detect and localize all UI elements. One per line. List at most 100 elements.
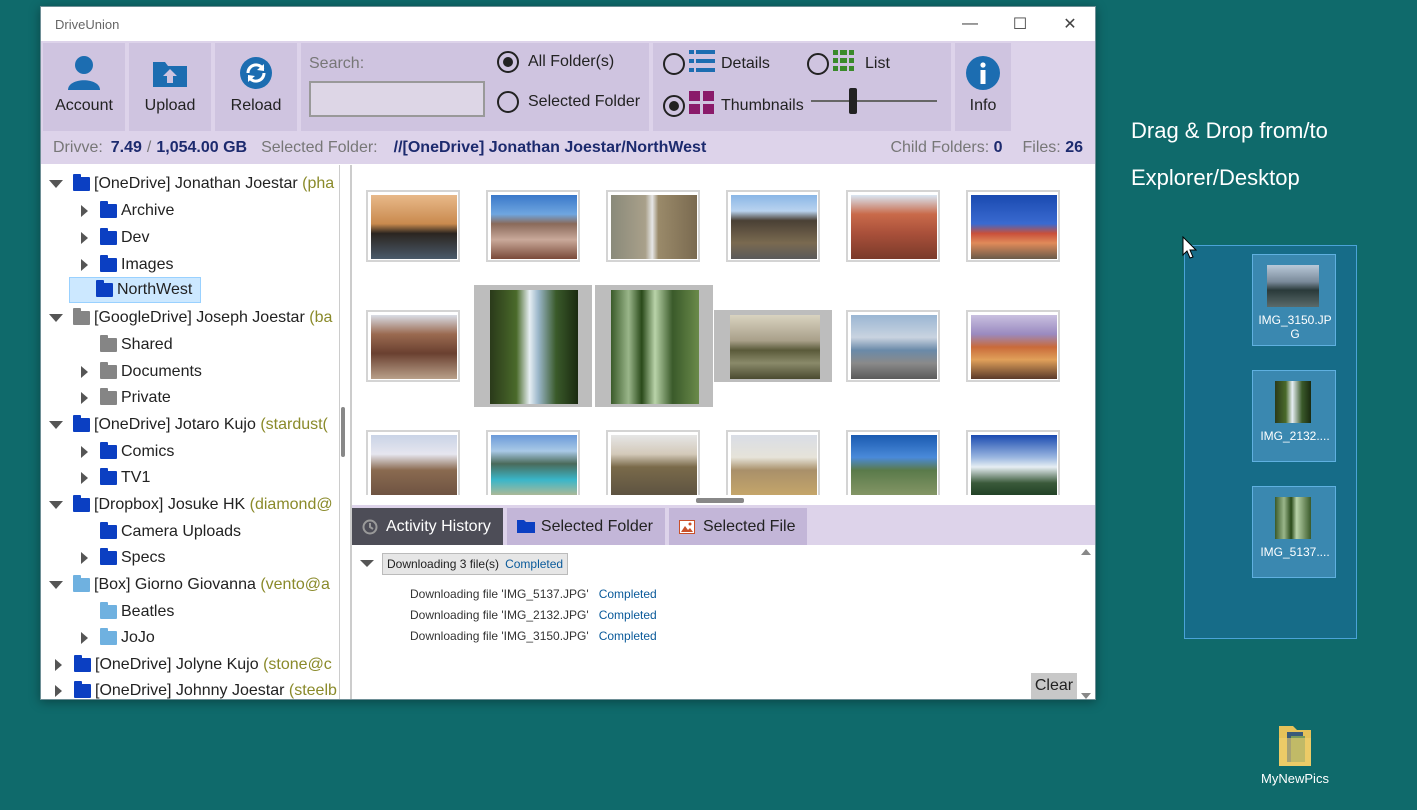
thumbnail-item[interactable] <box>726 190 820 262</box>
tree-item-folder[interactable]: Archive <box>81 198 174 224</box>
thumbnail-item[interactable] <box>726 430 820 495</box>
photo-forest-trail <box>611 290 699 404</box>
title-bar: DriveUnion — ☐ ✕ <box>41 7 1095 41</box>
tree-item-account[interactable]: [GoogleDrive] Joseph Joestar (ba <box>49 305 332 331</box>
info-button[interactable]: Info <box>955 43 1011 131</box>
collapsed-arrow-icon[interactable] <box>81 232 88 244</box>
drag-drop-hint-line1: Drag & Drop from/to <box>1131 118 1328 143</box>
reload-button[interactable]: Reload <box>215 43 297 131</box>
folder-icon <box>73 308 90 325</box>
tree-item-selected[interactable]: NorthWest <box>69 277 201 303</box>
upload-label: Upload <box>144 97 196 114</box>
tree-item-folder[interactable]: JoJo <box>81 625 155 651</box>
thumbnail-item[interactable] <box>966 310 1060 382</box>
thumbnail-item[interactable] <box>606 190 700 262</box>
activity-scrollbar[interactable] <box>1081 549 1091 699</box>
tree-item-account[interactable]: [OneDrive] Jonathan Joestar (pha <box>49 171 334 197</box>
collapsed-arrow-icon[interactable] <box>81 366 88 378</box>
collapsed-arrow-icon[interactable] <box>81 472 88 484</box>
upload-folder-icon <box>152 55 188 91</box>
thumbnail-size-slider[interactable] <box>811 88 937 114</box>
thumbnail-item[interactable] <box>486 430 580 495</box>
tree-item-folder[interactable]: Comics <box>81 439 174 465</box>
user-icon <box>66 55 102 91</box>
thumbnail-item-selected[interactable] <box>595 285 713 407</box>
close-button[interactable]: ✕ <box>1045 7 1095 41</box>
search-input[interactable] <box>309 81 485 117</box>
collapsed-arrow-icon[interactable] <box>81 259 88 271</box>
tree-item-folder[interactable]: Shared <box>81 332 173 358</box>
thumbnail-item[interactable] <box>846 310 940 382</box>
tree-item-folder[interactable]: Dev <box>81 225 149 251</box>
tree-item-folder[interactable]: TV1 <box>81 465 150 491</box>
thumbnail-item[interactable] <box>486 190 580 262</box>
collapsed-arrow-icon[interactable] <box>55 685 62 697</box>
tree-scroll-thumb[interactable] <box>341 407 345 457</box>
desktop-file-icon[interactable]: IMG_3150.JP G <box>1252 254 1336 346</box>
collapsed-arrow-icon[interactable] <box>55 659 62 671</box>
tab-selected-folder[interactable]: Selected Folder <box>506 508 665 545</box>
scope-all-radio[interactable]: All Folder(s) <box>497 51 614 73</box>
tree-item-folder[interactable]: Images <box>81 252 173 278</box>
folder-with-photos-icon <box>1279 726 1311 766</box>
photo-mountain-lake <box>491 435 577 495</box>
expanded-arrow-icon[interactable] <box>49 180 63 188</box>
expanded-arrow-icon[interactable] <box>49 314 63 322</box>
thumbnails-view-icon <box>689 91 715 120</box>
collapsed-arrow-icon[interactable] <box>81 205 88 217</box>
photo-waterfall-canyon <box>611 195 697 259</box>
activity-group-header[interactable]: Downloading 3 file(s) Completed <box>382 553 569 575</box>
thumbnail-item-selected[interactable] <box>474 285 592 407</box>
scope-selected-radio[interactable]: Selected Folder <box>497 91 640 113</box>
tree-item-account[interactable]: [Box] Giorno Giovanna (vento@a <box>49 572 330 598</box>
tree-item-account[interactable]: [OneDrive] Jolyne Kujo (stone@c <box>55 652 332 678</box>
tree-item-account[interactable]: [Dropbox] Josuke HK (diamond@ <box>49 492 333 518</box>
tree-item-folder[interactable]: Beatles <box>81 599 174 625</box>
view-list-radio[interactable]: List <box>807 49 890 78</box>
desktop-folder-mynewpics[interactable]: MyNewPics <box>1255 722 1335 786</box>
thumbnail-item[interactable] <box>846 430 940 495</box>
thumbnail-item-selected[interactable] <box>714 310 832 382</box>
scroll-down-icon[interactable] <box>1081 693 1091 699</box>
upload-button[interactable]: Upload <box>129 43 211 131</box>
tree-item-folder[interactable]: Specs <box>81 545 165 571</box>
tab-activity-history[interactable]: Activity History <box>352 508 503 545</box>
collapse-arrow-icon[interactable] <box>360 560 374 567</box>
collapsed-arrow-icon[interactable] <box>81 392 88 404</box>
thumbnail-item[interactable] <box>606 430 700 495</box>
thumbnail-item[interactable] <box>366 430 460 495</box>
tree-item-folder[interactable]: Documents <box>81 359 202 385</box>
tree-item-account[interactable]: [OneDrive] Jotaro Kujo (stardust( <box>49 412 328 438</box>
tree-item-folder[interactable]: Private <box>81 385 171 411</box>
thumbnail-item[interactable] <box>966 190 1060 262</box>
view-thumbnails-radio[interactable]: Thumbnails <box>663 91 804 120</box>
desktop-file-icon[interactable]: IMG_2132.... <box>1252 370 1336 462</box>
photo-forest-trail <box>1275 497 1311 539</box>
expanded-arrow-icon[interactable] <box>49 501 63 509</box>
desktop-file-icon[interactable]: IMG_5137.... <box>1252 486 1336 578</box>
collapsed-arrow-icon[interactable] <box>81 632 88 644</box>
thumbnail-item[interactable] <box>966 430 1060 495</box>
horizontal-splitter-handle[interactable] <box>696 498 744 503</box>
view-details-radio[interactable]: Details <box>663 49 770 78</box>
thumbnail-item[interactable] <box>366 310 460 382</box>
tree-item-account[interactable]: [OneDrive] Johnny Joestar (steelb <box>55 678 337 699</box>
expanded-arrow-icon[interactable] <box>49 421 63 429</box>
photo-canyon-road <box>731 195 817 259</box>
tab-selected-file[interactable]: Selected File <box>668 508 808 545</box>
collapsed-arrow-icon[interactable] <box>81 552 88 564</box>
account-button[interactable]: Account <box>43 43 125 131</box>
tree-item-folder[interactable]: Camera Uploads <box>81 519 241 545</box>
slider-handle[interactable] <box>849 88 857 114</box>
folder-icon <box>100 335 117 352</box>
photo-lake-reflection <box>1267 265 1319 307</box>
scroll-up-icon[interactable] <box>1081 549 1091 555</box>
thumbnail-item[interactable] <box>366 190 460 262</box>
expanded-arrow-icon[interactable] <box>49 581 63 589</box>
minimize-button[interactable]: — <box>945 7 995 41</box>
photo-forest-waterfall <box>490 290 578 404</box>
maximize-button[interactable]: ☐ <box>995 7 1045 41</box>
clear-button[interactable]: Clear <box>1031 673 1077 699</box>
collapsed-arrow-icon[interactable] <box>81 446 88 458</box>
thumbnail-item[interactable] <box>846 190 940 262</box>
